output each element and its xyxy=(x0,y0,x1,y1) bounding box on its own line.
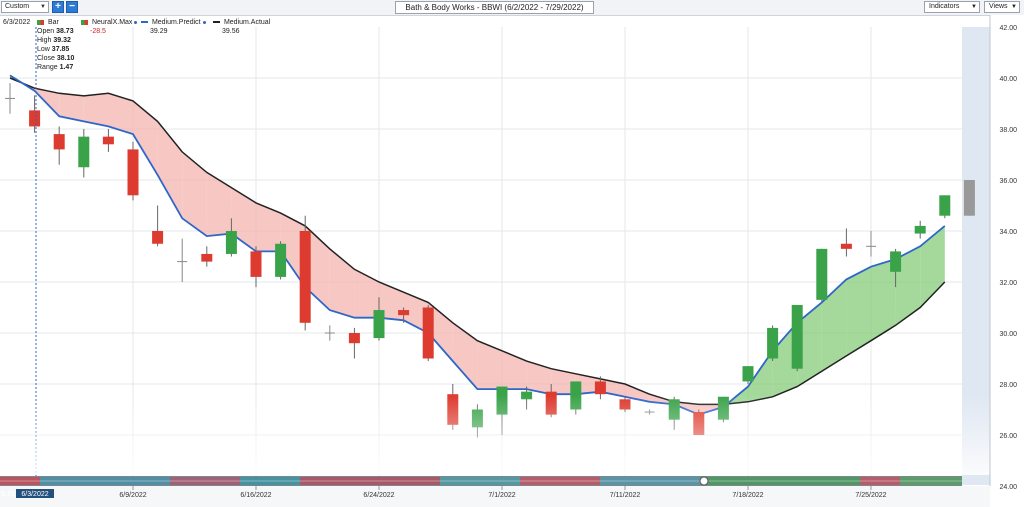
band-segment xyxy=(182,151,207,237)
candle-body xyxy=(840,243,852,249)
y-tick-label: 30.00 xyxy=(999,331,1017,338)
candle-body xyxy=(963,180,975,216)
candle xyxy=(250,246,262,288)
candle xyxy=(275,241,287,280)
candle-body xyxy=(225,231,237,254)
candle xyxy=(201,246,213,267)
candle xyxy=(102,129,114,152)
candle-body xyxy=(102,136,114,145)
candle-body xyxy=(939,195,951,216)
x-tick-label: 7/11/2022 xyxy=(610,492,641,499)
band-segment xyxy=(206,172,232,237)
candle-body xyxy=(201,253,213,262)
candle-body xyxy=(250,251,262,277)
candle xyxy=(53,126,65,165)
candle xyxy=(866,231,876,257)
candle-body xyxy=(791,304,803,369)
candle-body xyxy=(422,307,434,359)
x-tick-label: 6/16/2022 xyxy=(240,492,271,499)
candle xyxy=(791,304,803,372)
candle xyxy=(177,238,188,282)
y-tick-label: 38.00 xyxy=(999,127,1017,134)
candle-body xyxy=(816,248,828,300)
candle-body xyxy=(275,243,287,277)
y-tick-label: 32.00 xyxy=(999,280,1017,287)
candle-body xyxy=(348,333,360,344)
price-chart[interactable]: 42.00 40.00 38.00 36.00 34.00 32.00 30.00 28.00… xyxy=(0,0,1024,507)
x-tick-label: 6/9/2022 xyxy=(119,492,146,499)
y-tick-label: 34.00 xyxy=(999,229,1017,236)
candle-body xyxy=(890,251,902,272)
x-tick-label: 7/1/2022 xyxy=(488,492,515,499)
candle-body xyxy=(742,366,754,382)
candle-body xyxy=(127,149,139,196)
candle xyxy=(78,129,90,178)
candle-body xyxy=(767,327,779,359)
candle xyxy=(840,228,852,257)
y-tick-label: 26.00 xyxy=(999,433,1017,440)
candle xyxy=(742,366,754,384)
bottom-fade xyxy=(0,395,990,475)
x-tick-label: 6/24/2022 xyxy=(363,492,394,499)
y-tick-label: 36.00 xyxy=(999,178,1017,185)
candle-body xyxy=(398,310,410,316)
candle xyxy=(29,95,41,133)
candle-body xyxy=(914,225,926,234)
candle xyxy=(422,304,434,362)
x-axis: 6/9/2022 6/16/2022 6/24/2022 7/1/2022 7/11/2… xyxy=(0,486,990,507)
candle-body xyxy=(53,134,65,150)
candle xyxy=(5,83,15,114)
candle xyxy=(152,205,164,247)
y-tick-label: 42.00 xyxy=(999,25,1017,32)
indicator-strip xyxy=(0,476,962,486)
candle xyxy=(299,215,311,331)
candle-body xyxy=(594,381,606,395)
candle xyxy=(127,141,139,201)
candle-body xyxy=(152,231,164,244)
band-segment xyxy=(477,340,502,390)
candle-body xyxy=(78,136,90,168)
candle-body xyxy=(29,110,41,127)
candle-body xyxy=(373,310,385,339)
candle xyxy=(767,325,779,362)
band-fills xyxy=(10,75,945,415)
y-tick-label: 40.00 xyxy=(999,76,1017,83)
y-tick-label: 24.00 xyxy=(999,484,1017,491)
candle xyxy=(324,325,335,341)
y-tick-label: 28.00 xyxy=(999,382,1017,389)
y-axis: 42.00 40.00 38.00 36.00 34.00 32.00 30.00 28.00… xyxy=(989,15,1024,507)
candle xyxy=(963,180,975,216)
scroll-handle-icon xyxy=(699,476,709,486)
candle xyxy=(816,248,828,303)
candle xyxy=(939,195,951,219)
chart-window: Custom ▼ + − Bath & Body Works - BBWI (6… xyxy=(0,0,1024,507)
x-tick-label: 7/18/2022 xyxy=(732,492,763,499)
candle xyxy=(348,327,360,359)
left-value-text: 9.19 xyxy=(1,491,15,498)
crosshair-date-text: 6/3/2022 xyxy=(21,491,48,498)
candle xyxy=(914,220,926,239)
candle-body xyxy=(299,231,311,323)
x-tick-label: 7/25/2022 xyxy=(855,492,886,499)
